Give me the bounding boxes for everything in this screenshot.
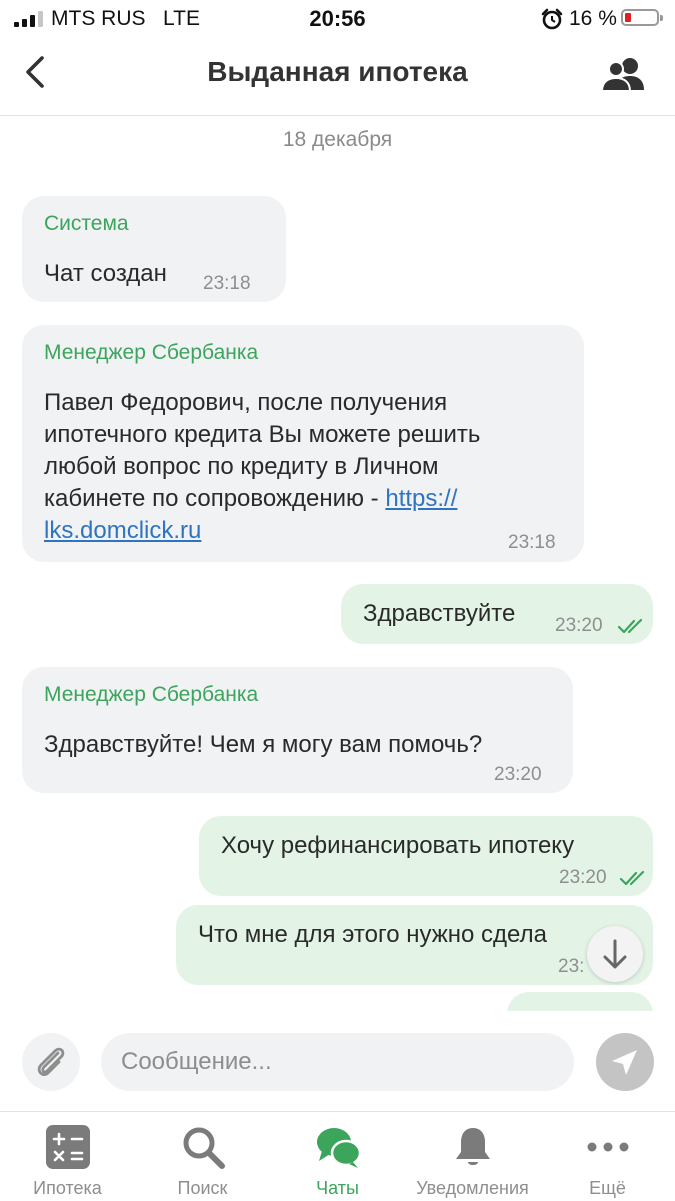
message-line: любой вопрос по кредиту в Личном [44, 453, 439, 480]
more-icon [587, 1142, 629, 1152]
message-line: кабинете по сопровождению - [44, 485, 386, 512]
composer [0, 1011, 675, 1111]
message-time: 23:20 [559, 867, 607, 888]
tab-mortgage[interactable]: Ипотека [0, 1112, 135, 1201]
bell-icon [456, 1128, 490, 1165]
tab-label: Чаты [316, 1178, 359, 1198]
scroll-to-bottom-button[interactable] [587, 926, 643, 982]
incoming-message[interactable]: Система Чат создан 23:18 [22, 196, 286, 302]
message-sender: Менеджер Сбербанка [44, 683, 259, 706]
message-time: 23:20 [494, 764, 542, 785]
tab-notifications[interactable]: Уведомления [405, 1112, 540, 1201]
paperclip-icon [37, 1047, 65, 1076]
tab-label: Уведомления [416, 1178, 529, 1198]
chat-area[interactable]: 18 декабря Система Чат создан 23:18 Мене… [0, 116, 675, 1011]
message-text: Здравствуйте [363, 600, 516, 627]
tab-label: Ещё [589, 1178, 626, 1198]
message-time: 23:18 [203, 273, 251, 294]
attach-button[interactable] [22, 1033, 80, 1091]
message-time: 23: [558, 956, 585, 977]
outgoing-message[interactable]: Хочу рефинансировать ипотеку 23:20 [199, 816, 653, 896]
participants-icon[interactable] [600, 54, 648, 94]
message-text: Чат создан [44, 260, 167, 287]
page-title: Выданная ипотека [207, 56, 468, 87]
date-separator: 18 декабря [282, 128, 393, 151]
send-icon [612, 1050, 637, 1075]
chat-icon [317, 1128, 361, 1168]
outgoing-message[interactable] [507, 992, 653, 1011]
message-text: Павел Федорович, после получения ипотечн… [44, 387, 564, 547]
read-checkmarks-icon [617, 618, 643, 634]
message-sender: Система [44, 212, 129, 235]
search-icon [183, 1127, 225, 1169]
send-button[interactable] [596, 1033, 654, 1091]
domclick-link[interactable]: https:// [385, 485, 457, 512]
message-text: Хочу рефинансировать ипотеку [221, 832, 575, 859]
message-input[interactable] [101, 1033, 574, 1091]
tab-label: Поиск [177, 1178, 228, 1198]
tab-chats[interactable]: Чаты [270, 1112, 405, 1201]
battery-icon [621, 9, 663, 26]
tab-bar: Ипотека Поиск Чаты Уведомления Ещё [0, 1111, 675, 1200]
calculator-icon [46, 1125, 90, 1169]
battery-percent: 16 % [569, 7, 617, 30]
tab-label: Ипотека [33, 1178, 102, 1198]
domclick-link[interactable]: lks.domclick.ru [44, 517, 201, 544]
message-time: 23:18 [508, 532, 556, 553]
alarm-icon [541, 8, 563, 30]
status-bar: MTS RUS LTE 20:56 16 % [0, 0, 675, 38]
incoming-message[interactable]: Менеджер Сбербанка Павел Федорович, посл… [22, 325, 584, 562]
outgoing-message[interactable]: Что мне для этого нужно сдела 23: [176, 905, 653, 985]
message-text: Здравствуйте! Чем я могу вам помочь? [44, 731, 483, 758]
tab-more[interactable]: Ещё [540, 1112, 675, 1201]
arrow-down-icon [603, 939, 627, 969]
message-line: Павел Федорович, после получения [44, 389, 448, 416]
nav-bar: Выданная ипотека [0, 38, 675, 116]
outgoing-message[interactable]: Здравствуйте 23:20 [341, 584, 653, 644]
message-text: Что мне для этого нужно сдела [198, 921, 547, 948]
message-line: ипотечного кредита Вы можете решить [44, 421, 481, 448]
tab-search[interactable]: Поиск [135, 1112, 270, 1201]
read-checkmarks-icon [619, 870, 645, 886]
incoming-message[interactable]: Менеджер Сбербанка Здравствуйте! Чем я м… [22, 667, 573, 793]
message-time: 23:20 [555, 615, 603, 636]
message-sender: Менеджер Сбербанка [44, 341, 259, 364]
